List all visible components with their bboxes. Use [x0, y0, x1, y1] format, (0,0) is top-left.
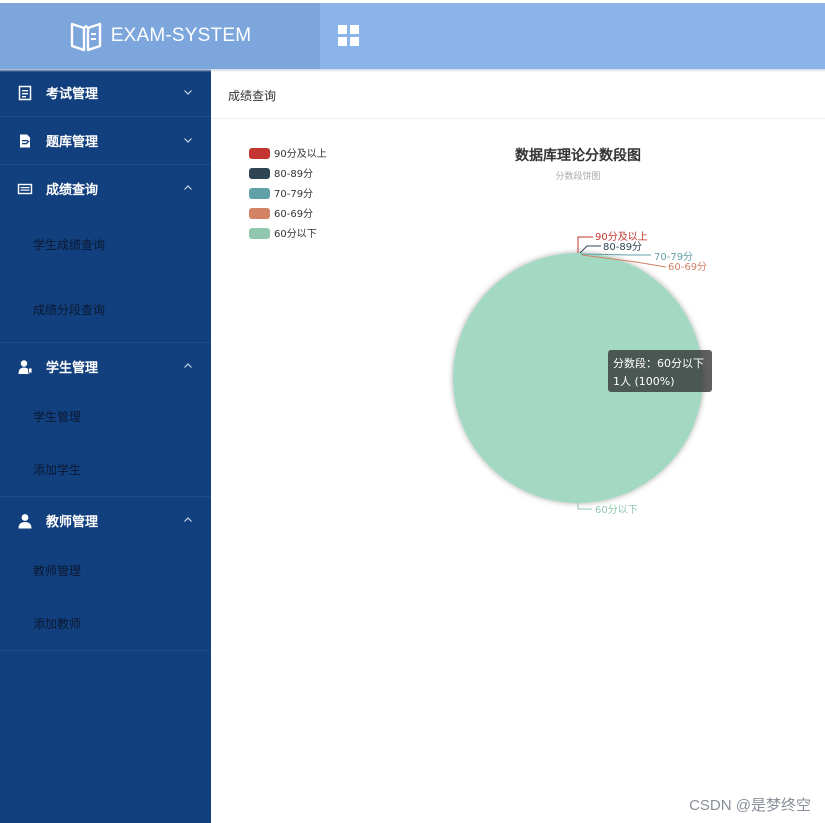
menu-question-bank-management[interactable]: 题库管理 [0, 117, 211, 164]
menu-group-score-query: 成绩查询 学生成绩查询 成绩分段查询 [0, 165, 211, 343]
pie-label: 60-69分 [668, 261, 707, 273]
menu-group-teacher: 教师管理 教师管理 添加教师 [0, 497, 211, 651]
breadcrumb-current[interactable]: 成绩查询 [228, 87, 276, 104]
watermark: CSDN @是梦终空 [689, 797, 811, 814]
menu-group-exam: 考试管理 [0, 69, 211, 117]
pie-label: 80-89分 [603, 241, 642, 253]
chevron-up-icon [184, 185, 192, 190]
chevron-up-icon [184, 517, 192, 522]
tooltip-line-2: 1人 (100%) [613, 375, 675, 388]
breadcrumb: 成绩查询 [211, 72, 825, 119]
menu-item-score-segment-query[interactable]: 成绩分段查询 [0, 277, 211, 342]
menu-item-student-management[interactable]: 学生管理 [0, 390, 211, 443]
menu-group-label: 成绩查询 [46, 183, 99, 198]
legend-label: 70-79分 [274, 188, 313, 200]
chevron-down-icon [184, 90, 192, 95]
menu-group-label: 教师管理 [46, 515, 99, 530]
menu-item-add-student[interactable]: 添加学生 [0, 443, 211, 496]
menu-toggle-grid-icon[interactable] [338, 25, 360, 47]
chart-title: 数据库理论分数段图 [515, 147, 641, 164]
brand-title: EXAM-SYSTEM [110, 25, 252, 46]
person-icon [18, 513, 32, 528]
legend-swatch [249, 208, 270, 219]
menu-group-question-bank: 题库管理 [0, 117, 211, 165]
clipboard-icon [18, 85, 32, 100]
menu-item-add-teacher[interactable]: 添加教师 [0, 597, 211, 650]
menu-teacher-management[interactable]: 教师管理 [0, 497, 211, 544]
menu-group-label: 学生管理 [46, 361, 99, 376]
pie-label-line [579, 245, 601, 254]
legend-swatch [249, 228, 270, 239]
top-header: EXAM-SYSTEM [0, 0, 825, 69]
menu-group-student: 学生管理 学生管理 添加学生 [0, 343, 211, 497]
student-icon [18, 359, 33, 374]
legend-swatch [249, 168, 270, 179]
document-edit-icon [20, 134, 30, 147]
legend-swatch [249, 188, 270, 199]
menu-item-student-score-query[interactable]: 学生成绩查询 [0, 212, 211, 277]
pie-label-line [577, 236, 593, 253]
legend-label: 80-89分 [274, 168, 313, 180]
book-logo-icon [70, 22, 101, 52]
chart-subtitle: 分数段饼图 [555, 170, 600, 182]
chevron-up-icon [184, 363, 192, 368]
score-pie-chart: 数据库理论分数段图分数段饼图 90分及以上 80-89分 70-79分 60-69分 60… [249, 147, 712, 516]
legend-label: 60分以下 [274, 228, 317, 240]
tooltip-line-1: 分数段：60分以下 [613, 356, 704, 370]
menu-group-label: 题库管理 [46, 135, 99, 150]
legend-label: 90分及以上 [274, 148, 327, 160]
legend-swatch [249, 148, 270, 159]
pie-label-line [577, 503, 592, 510]
menu-exam-management[interactable]: 考试管理 [0, 69, 211, 116]
main-content: 成绩查询 数据库理论分数段图分数段饼图 90分及以上 80-89分 70-79分 60-… [211, 72, 825, 823]
sidebar: 考试管理 题库管理 成绩查询 学生成绩查询 成绩分段查询 学生管理 学生管理 添… [0, 69, 211, 823]
keyboard-icon [17, 183, 33, 194]
menu-score-query[interactable]: 成绩查询 [0, 165, 211, 212]
pie-label: 60分以下 [595, 504, 638, 516]
menu-group-label: 考试管理 [46, 87, 99, 102]
menu-student-management[interactable]: 学生管理 [0, 343, 211, 390]
chevron-down-icon [184, 138, 192, 143]
brand[interactable]: EXAM-SYSTEM [0, 3, 320, 69]
legend-label: 60-69分 [274, 208, 313, 220]
menu-item-teacher-management[interactable]: 教师管理 [0, 544, 211, 597]
